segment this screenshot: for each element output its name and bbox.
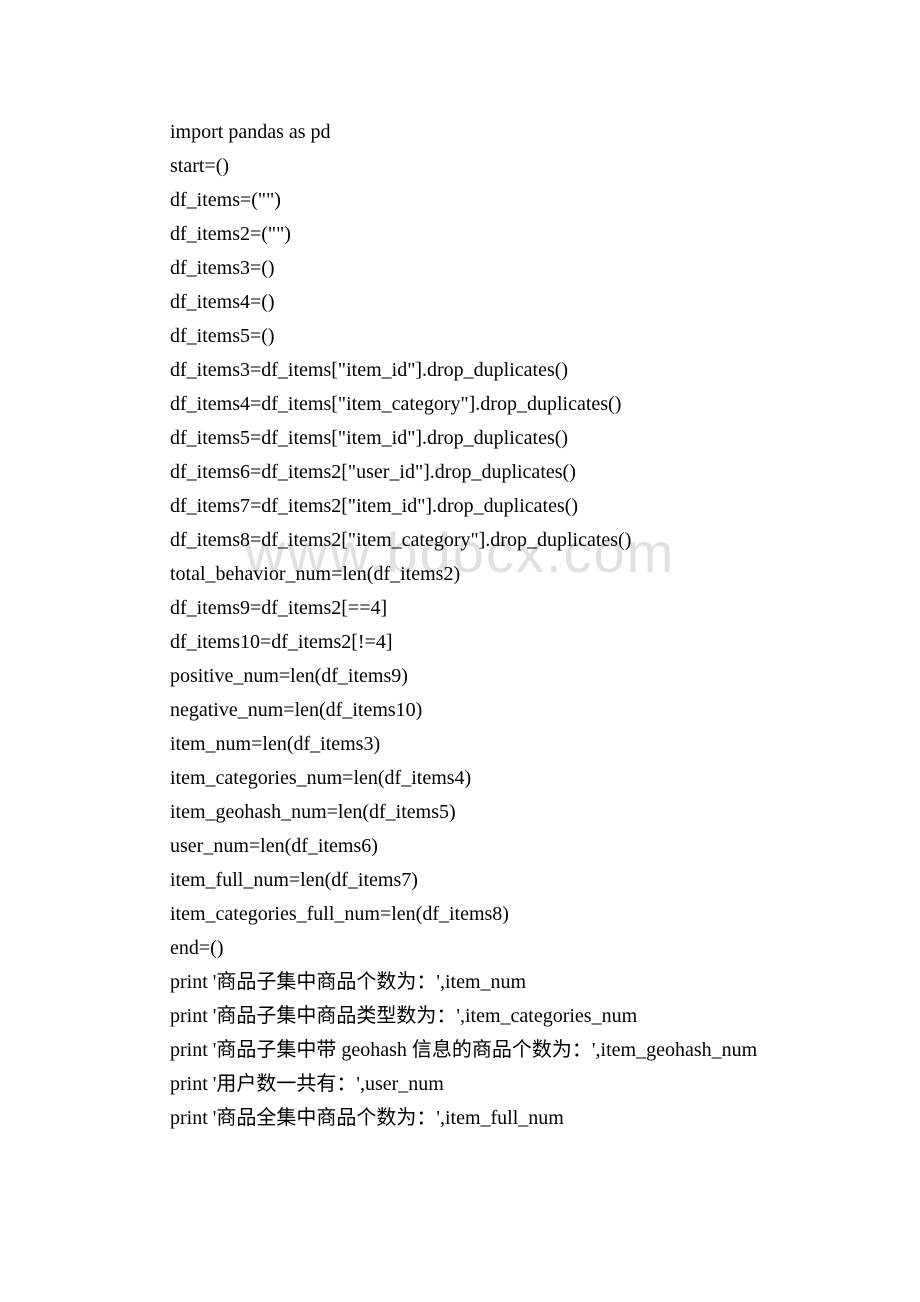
code-line: negative_num=len(df_items10) <box>170 693 750 727</box>
code-line: print '商品全集中商品个数为：',item_full_num <box>170 1101 750 1135</box>
code-line: print '商品子集中带 geohash 信息的商品个数为：',item_ge… <box>170 1033 750 1067</box>
code-line: item_full_num=len(df_items7) <box>170 863 750 897</box>
code-line: print '用户数一共有：',user_num <box>170 1067 750 1101</box>
code-line: df_items9=df_items2[==4] <box>170 591 750 625</box>
code-line: df_items8=df_items2["item_category"].dro… <box>170 523 750 557</box>
code-line: total_behavior_num=len(df_items2) <box>170 557 750 591</box>
code-line: df_items5=() <box>170 319 750 353</box>
code-line: df_items3=() <box>170 251 750 285</box>
code-line: item_categories_num=len(df_items4) <box>170 761 750 795</box>
code-line: df_items2=("") <box>170 217 750 251</box>
code-line: df_items10=df_items2[!=4] <box>170 625 750 659</box>
code-line: end=() <box>170 931 750 965</box>
code-line: df_items3=df_items["item_id"].drop_dupli… <box>170 353 750 387</box>
code-line: df_items5=df_items["item_id"].drop_dupli… <box>170 421 750 455</box>
code-line: start=() <box>170 149 750 183</box>
code-line: item_categories_full_num=len(df_items8) <box>170 897 750 931</box>
code-line: df_items4=() <box>170 285 750 319</box>
code-line: df_items6=df_items2["user_id"].drop_dupl… <box>170 455 750 489</box>
code-line: df_items4=df_items["item_category"].drop… <box>170 387 750 421</box>
code-line: item_num=len(df_items3) <box>170 727 750 761</box>
code-line: print '商品子集中商品个数为：',item_num <box>170 965 750 999</box>
code-line: import pandas as pd <box>170 115 750 149</box>
code-line: user_num=len(df_items6) <box>170 829 750 863</box>
code-line: df_items7=df_items2["item_id"].drop_dupl… <box>170 489 750 523</box>
code-document-body: import pandas as pd start=() df_items=("… <box>170 115 750 1135</box>
code-line: positive_num=len(df_items9) <box>170 659 750 693</box>
code-line: df_items=("") <box>170 183 750 217</box>
code-line: print '商品子集中商品类型数为：',item_categories_num <box>170 999 750 1033</box>
code-line: item_geohash_num=len(df_items5) <box>170 795 750 829</box>
